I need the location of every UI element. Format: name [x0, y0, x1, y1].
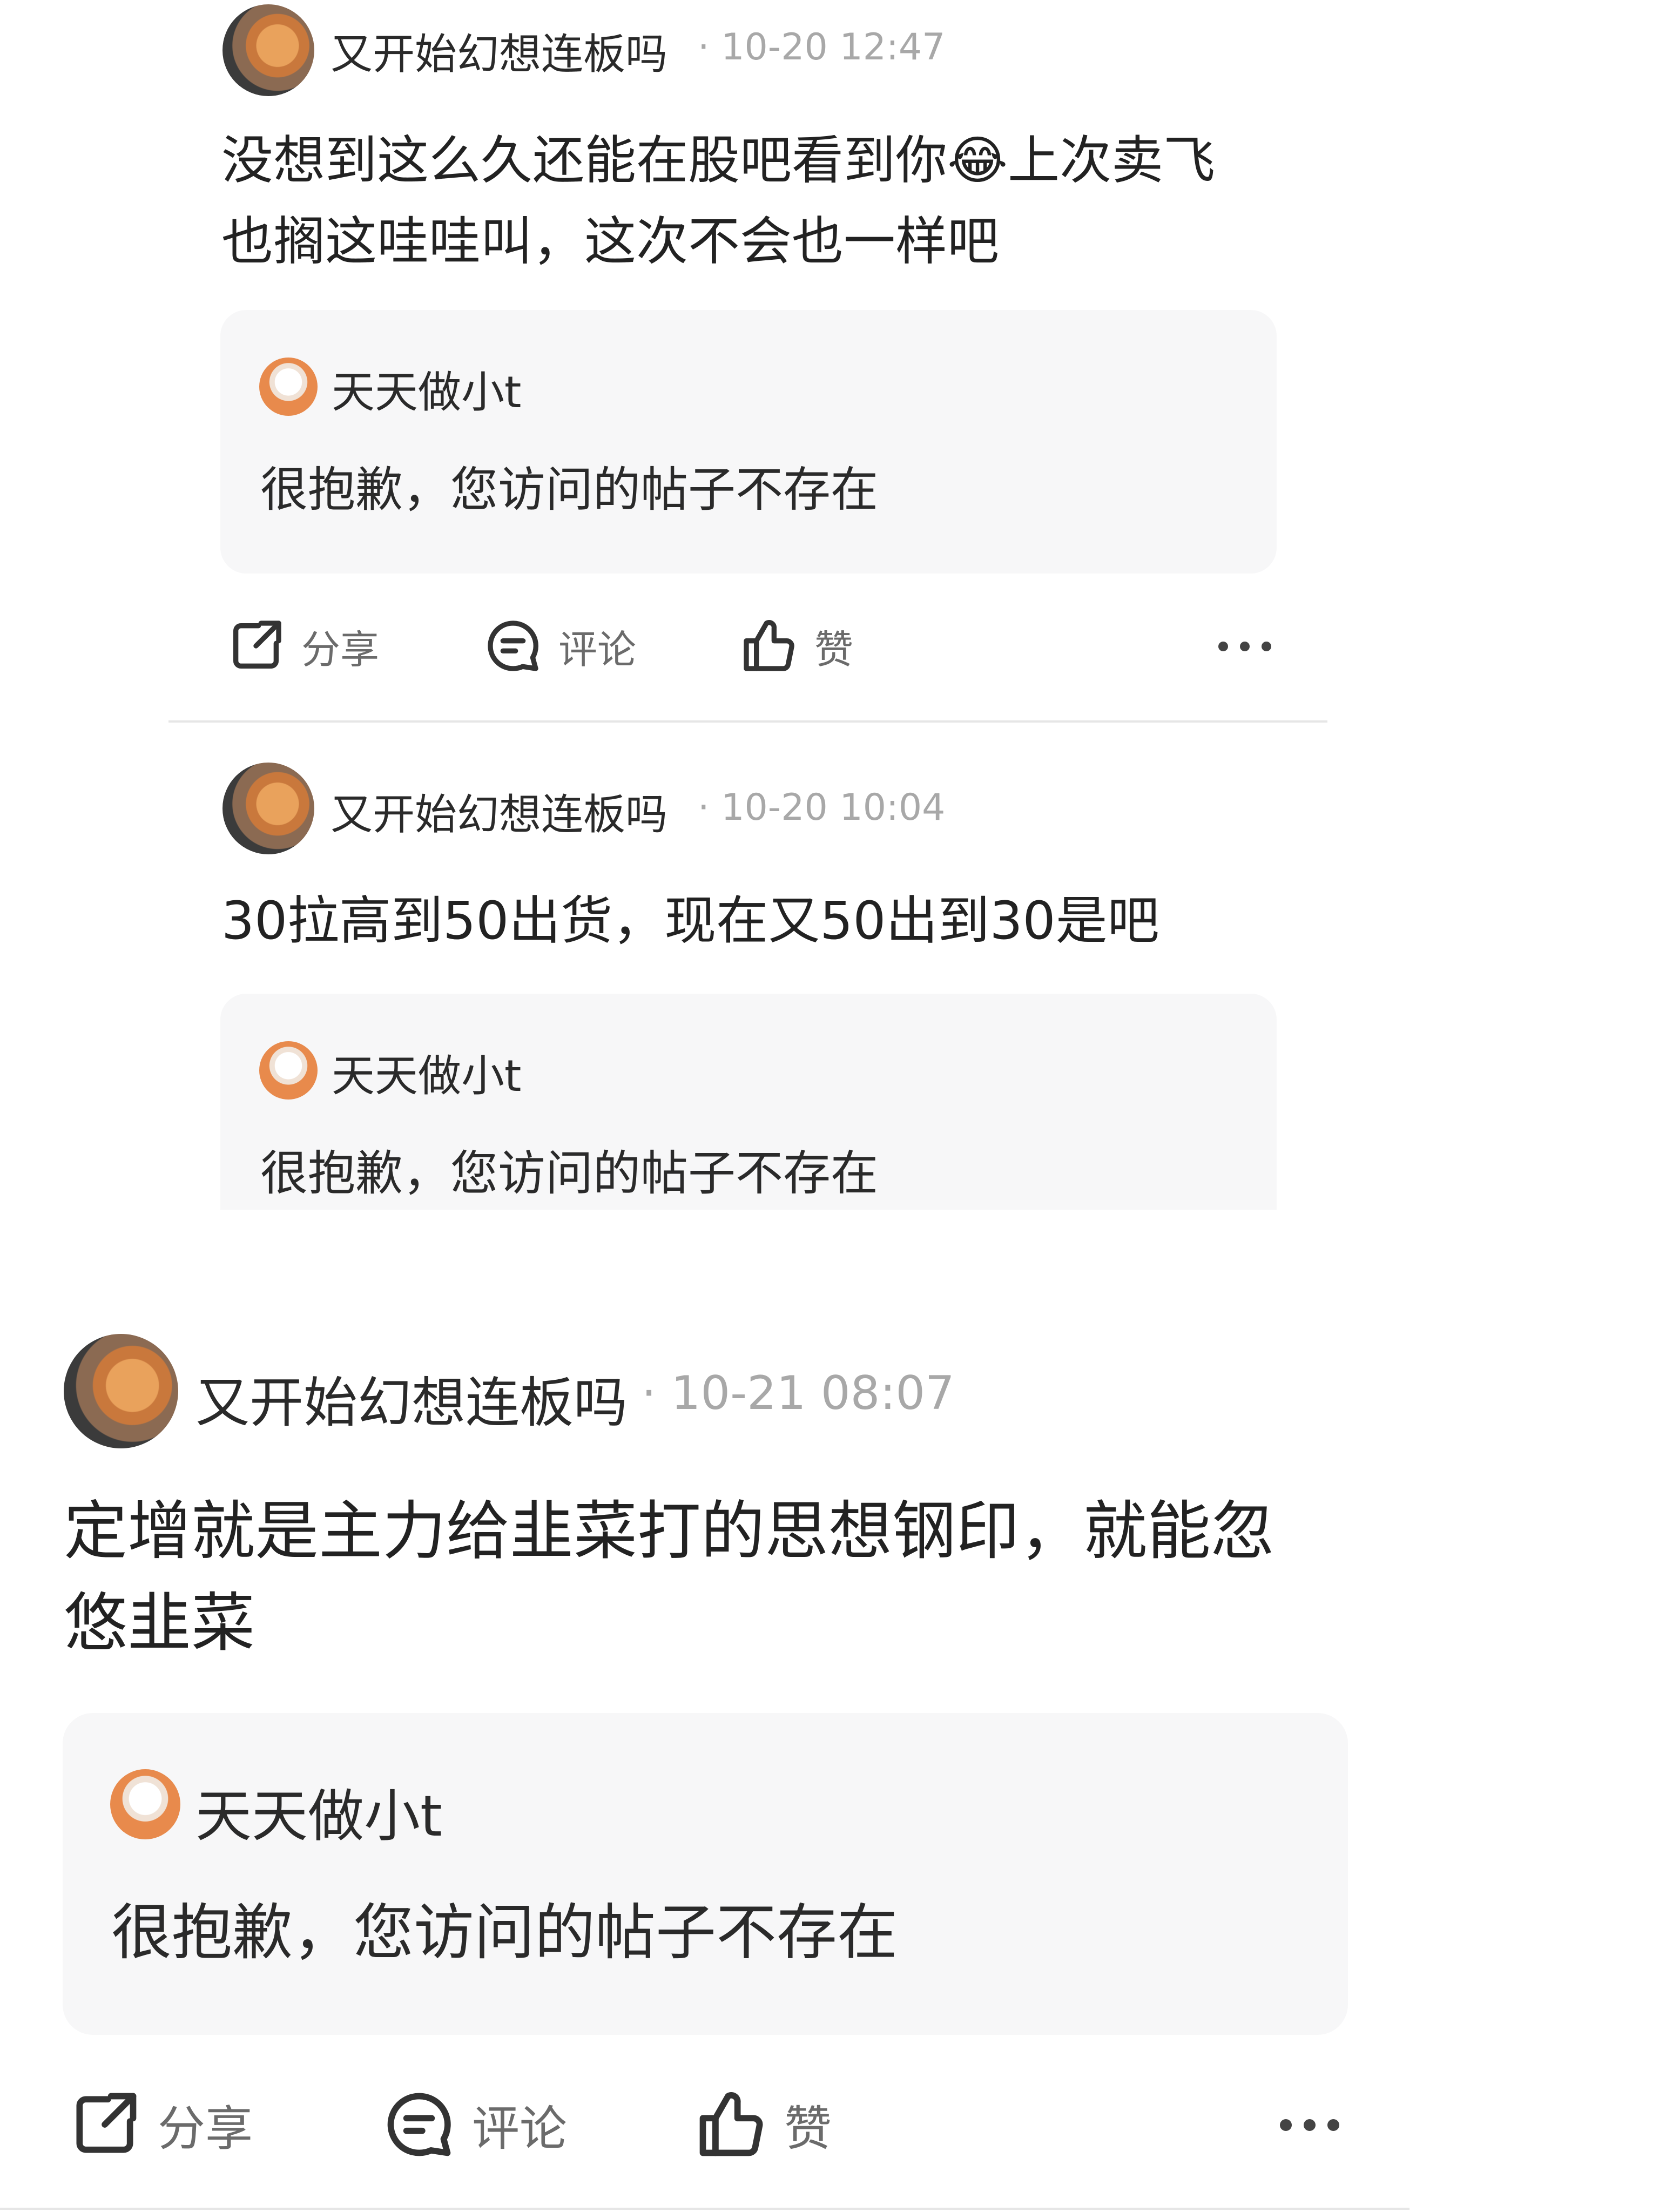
- like-button[interactable]: 赞: [739, 616, 853, 676]
- quote-author[interactable]: 天天做小t: [332, 1041, 521, 1104]
- share-button[interactable]: 分享: [67, 2087, 253, 2162]
- author-avatar[interactable]: [222, 763, 314, 854]
- author-avatar[interactable]: [64, 1334, 178, 1448]
- comment-label: 评论: [472, 2100, 568, 2156]
- comment-button[interactable]: 评论: [381, 2087, 567, 2162]
- quote-text: 很抱歉，您访问的帖子不存在: [260, 1145, 879, 1201]
- comment-text: 定增就是主力给韭菜打的思想钢印，就能忽 悠韭菜: [64, 1485, 1360, 1669]
- share-icon: [76, 2093, 137, 2153]
- quote-text: 很抱歉，您访问的帖子不存在: [111, 1898, 898, 1968]
- more-options-icon[interactable]: [1280, 2119, 1339, 2131]
- comment-button[interactable]: 评论: [483, 616, 636, 676]
- comment-icon: [488, 621, 538, 671]
- comment-text-line: 定增就是主力给韭菜打的思想钢印，就能忽: [64, 1494, 1275, 1568]
- thumbs-up-icon: [699, 2092, 763, 2156]
- like-label: 赞: [814, 626, 854, 672]
- quoted-post[interactable]: 天天做小t 很抱歉，您访问的帖子不存在: [63, 1713, 1348, 2035]
- share-button[interactable]: 分享: [226, 616, 379, 676]
- comment-label: 评论: [558, 626, 637, 672]
- author-name[interactable]: 又开始幻想连板吗: [195, 1359, 628, 1437]
- quote-author[interactable]: 天天做小t: [195, 1770, 442, 1852]
- divider: [0, 2208, 1410, 2210]
- author-name[interactable]: 又开始幻想连板吗: [331, 21, 667, 81]
- quote-author[interactable]: 天天做小t: [332, 358, 521, 420]
- comment-timestamp: · 10-21 08:07: [642, 1366, 955, 1420]
- quote-avatar: [259, 358, 318, 416]
- comment-timestamp: · 10-20 12:47: [698, 26, 946, 69]
- thumbs-up-icon: [744, 620, 794, 671]
- share-label: 分享: [158, 2100, 253, 2156]
- author-avatar[interactable]: [222, 4, 314, 96]
- comment-text-line: 也搁这哇哇叫，这次不会也一样吧: [221, 211, 999, 272]
- share-label: 分享: [301, 626, 380, 672]
- comment-text-line: 没想到这么久还能在股吧看到你😂上次卖飞: [221, 130, 1216, 191]
- comment-text: 没想到这么久还能在股吧看到你😂上次卖飞 也搁这哇哇叫，这次不会也一样吧: [221, 120, 1301, 282]
- quoted-post[interactable]: 天天做小t 很抱歉，您访问的帖子不存在: [220, 994, 1277, 1210]
- quote-avatar: [259, 1041, 318, 1100]
- comment-icon: [387, 2093, 451, 2156]
- quote-avatar: [110, 1769, 180, 1839]
- divider: [168, 720, 1327, 723]
- comment-text-line: 30拉高到50出货，现在又50出到30是吧: [221, 891, 1159, 951]
- quoted-post[interactable]: 天天做小t 很抱歉，您访问的帖子不存在: [220, 310, 1277, 574]
- like-label: 赞: [784, 2100, 832, 2156]
- comment-text: 30拉高到50出货，现在又50出到30是吧: [221, 880, 1301, 961]
- comment-timestamp: · 10-20 10:04: [698, 786, 946, 829]
- more-options-icon[interactable]: [1218, 642, 1271, 651]
- like-button[interactable]: 赞: [693, 2087, 832, 2162]
- share-icon: [233, 621, 281, 669]
- comment-text-line: 悠韭菜: [64, 1586, 255, 1660]
- author-name[interactable]: 又开始幻想连板吗: [331, 781, 667, 841]
- quote-text: 很抱歉，您访问的帖子不存在: [260, 462, 879, 517]
